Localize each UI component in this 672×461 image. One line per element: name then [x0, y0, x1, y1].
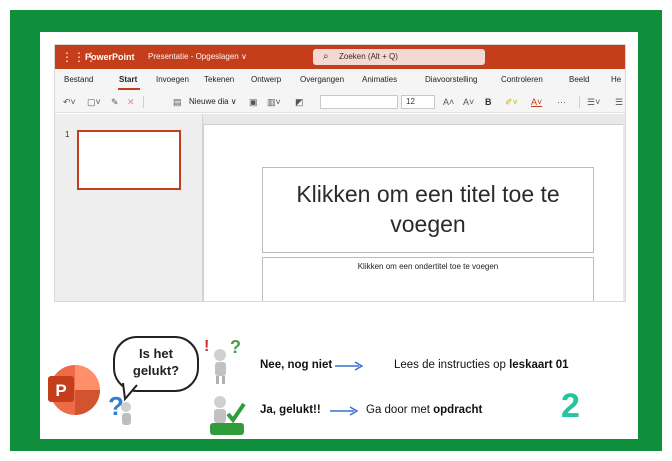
arrow-right-icon	[330, 406, 358, 416]
slide: Klikken om een titel toe te voegen Klikk…	[203, 124, 623, 301]
shrink-font-button[interactable]: A˅	[463, 95, 474, 109]
undo-icon[interactable]: ↶˅	[63, 95, 76, 109]
assignment-number: 2	[561, 387, 580, 425]
document-name[interactable]: Presentatie - Opgeslagen ∨	[148, 50, 247, 64]
ribbon-tabs: Bestand Start Invoegen Tekenen Ontwerp O…	[55, 69, 625, 91]
numbering-icon[interactable]: ☰	[615, 95, 623, 109]
tab-animaties[interactable]: Animaties	[362, 74, 397, 86]
leskaart-link: leskaart 01	[509, 359, 569, 371]
tab-start[interactable]: Start	[119, 74, 137, 86]
success-figure-icon	[210, 396, 246, 435]
answer-yes-label: Ja, gelukt!!	[260, 404, 321, 416]
active-tab-indicator	[118, 88, 140, 90]
questioning-figure-icon: ! ?	[204, 337, 241, 384]
reuse-slides-icon[interactable]: ▣	[249, 95, 258, 109]
clear-icon[interactable]: ✕	[127, 95, 135, 109]
instruction-yes-text: Ga door met	[366, 404, 434, 416]
app-name[interactable]: PowerPoint	[85, 50, 135, 64]
slide-thumbnail[interactable]	[77, 130, 181, 190]
slide-canvas: Klikken om een titel toe te voegen Klikk…	[203, 114, 625, 301]
answer-yes: Ja, gelukt!!	[260, 402, 321, 418]
powerpoint-logo-icon: P	[48, 365, 100, 415]
font-size-field[interactable]: 12	[401, 95, 435, 109]
powerpoint-window: ⋮⋮⋮ PowerPoint Presentatie - Opgeslagen …	[54, 44, 626, 302]
title-placeholder[interactable]: Klikken om een titel toe te voegen	[262, 167, 594, 253]
instruction-no: Lees de instructies op leskaart 01	[394, 357, 569, 373]
bullets-icon[interactable]: ☰˅	[587, 95, 600, 109]
search-box[interactable]: ⌕ Zoeken (Alt + Q)	[313, 49, 485, 65]
new-slide-icon[interactable]: ▤	[173, 95, 182, 109]
tab-ontwerp[interactable]: Ontwerp	[251, 74, 281, 86]
svg-text:?: ?	[230, 337, 241, 357]
answer-no: Nee, nog niet	[260, 357, 332, 373]
ribbon-toolbar: ↶˅ ▢˅ ✎ ✕ ▤ Nieuwe dia ∨ ▣ ▥˅ ◩ 12 A˄ A˅…	[55, 91, 625, 113]
tab-overgangen[interactable]: Overgangen	[300, 74, 344, 86]
slide-number: 1	[65, 130, 70, 139]
search-icon: ⌕	[323, 51, 329, 62]
instruction-no-text: Lees de instructies op	[394, 359, 510, 371]
svg-text:!: !	[204, 338, 209, 355]
font-color-icon[interactable]: A˅	[531, 95, 542, 109]
opdracht-label: opdracht	[433, 404, 483, 416]
answer-no-label: Nee, nog niet	[260, 359, 333, 371]
paste-icon[interactable]: ▢˅	[87, 95, 101, 109]
grow-font-button[interactable]: A˄	[443, 95, 454, 109]
title-bar: ⋮⋮⋮ PowerPoint Presentatie - Opgeslagen …	[55, 45, 625, 69]
tab-help[interactable]: He	[611, 74, 621, 86]
app-launcher-icon[interactable]: ⋮⋮⋮	[61, 50, 97, 64]
subtitle-placeholder[interactable]: Klikken om een ondertitel toe te voegen	[262, 257, 594, 301]
search-placeholder: Zoeken (Alt + Q)	[339, 52, 398, 61]
toolbar-divider	[579, 96, 580, 108]
instruction-yes: Ga door met opdracht	[366, 402, 482, 418]
tab-tekenen[interactable]: Tekenen	[204, 74, 234, 86]
layout-icon[interactable]: ▥˅	[267, 95, 281, 109]
highlight-icon[interactable]: ✐˅	[505, 95, 518, 109]
tab-controleren[interactable]: Controleren	[501, 74, 543, 86]
toolbar-divider	[143, 96, 144, 108]
more-options-button[interactable]: ···	[557, 95, 566, 109]
thinking-figure-icon: ?	[108, 391, 131, 425]
font-name-field[interactable]	[320, 95, 398, 109]
tab-bestand[interactable]: Bestand	[64, 74, 93, 86]
bold-button[interactable]: B	[485, 95, 492, 109]
tab-diavoorstelling[interactable]: Diavoorstelling	[425, 74, 477, 86]
picture-icon[interactable]: ◩	[295, 95, 304, 109]
tab-beeld[interactable]: Beeld	[569, 74, 589, 86]
svg-text:P: P	[55, 381, 66, 400]
new-slide-button[interactable]: Nieuwe dia ∨	[189, 95, 237, 109]
font-size-value: 12	[406, 97, 415, 106]
format-painter-icon[interactable]: ✎	[111, 95, 119, 109]
slide-thumbnail-pane: 1	[55, 114, 203, 301]
tab-invoegen[interactable]: Invoegen	[156, 74, 189, 86]
arrow-right-icon	[335, 361, 363, 371]
